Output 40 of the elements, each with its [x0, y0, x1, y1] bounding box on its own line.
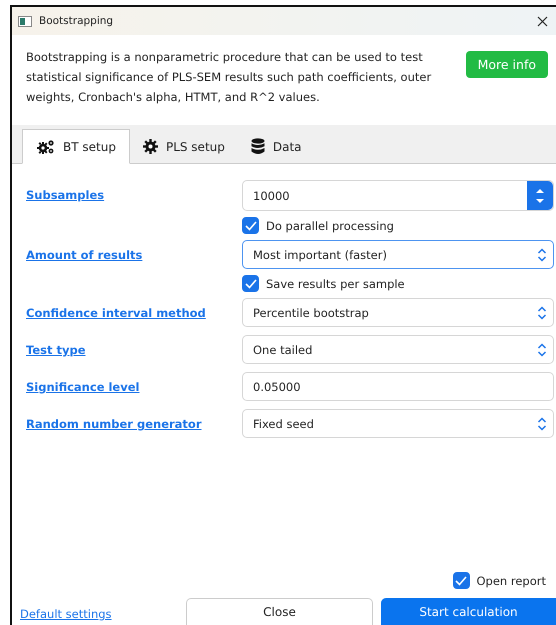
description-text: Bootstrapping is a nonparametric procedure that can be used to test statistical significance of PLS-SEM results such path coefficients, outer weights, Cronbach's alpha, HTMT, and R^2 values. — [26, 49, 432, 106]
checkmark-icon — [244, 220, 256, 230]
checkbox-label: Open report — [476, 574, 546, 588]
dropdown[interactable]: One tailed — [242, 335, 554, 364]
default-settings-link[interactable]: Default settings — [12, 607, 186, 625]
spin-buttons[interactable] — [527, 181, 553, 210]
tab[interactable]: BT setup — [22, 129, 130, 164]
dropdown[interactable]: Fixed seed — [242, 409, 554, 438]
gears-icon — [36, 138, 55, 154]
checkbox-label: Do parallel processing — [266, 218, 394, 232]
number-field[interactable]: 10000 — [242, 180, 554, 211]
chevron-icon — [537, 342, 547, 358]
chevron-icon — [537, 416, 547, 432]
setting-link[interactable]: Significance level — [26, 380, 140, 394]
chevron-icon — [537, 304, 547, 320]
checkbox-label: Save results per sample — [266, 276, 405, 290]
up-down-arrows-icon — [536, 186, 544, 204]
close-icon[interactable] — [537, 16, 548, 26]
start-calculation-button[interactable]: Start calculation — [381, 598, 556, 625]
setting-link[interactable]: Amount of results — [26, 248, 142, 262]
checkbox[interactable] — [452, 572, 470, 589]
tab[interactable]: Data — [238, 130, 315, 163]
window-title: Bootstrapping — [39, 15, 114, 27]
checkmark-icon — [244, 278, 256, 288]
setting-link[interactable]: Random number generator — [26, 417, 202, 431]
checkbox[interactable] — [242, 217, 259, 234]
setting-link[interactable]: Subsamples — [26, 188, 104, 202]
window-icon — [18, 16, 32, 26]
checkmark-icon — [455, 576, 467, 586]
input-field[interactable]: 0.05000 — [242, 372, 554, 401]
tab[interactable]: PLS setup — [130, 130, 238, 163]
gear-icon — [142, 139, 158, 154]
setting-link[interactable]: Test type — [26, 343, 86, 357]
dropdown[interactable]: Percentile bootstrap — [242, 298, 554, 327]
database-icon — [250, 138, 265, 155]
dropdown[interactable]: Most important (faster) — [242, 240, 554, 269]
chevron-icon — [537, 246, 547, 262]
close-button[interactable]: Close — [186, 598, 373, 625]
checkbox[interactable] — [242, 275, 259, 292]
setting-link[interactable]: Confidence interval method — [26, 306, 206, 320]
